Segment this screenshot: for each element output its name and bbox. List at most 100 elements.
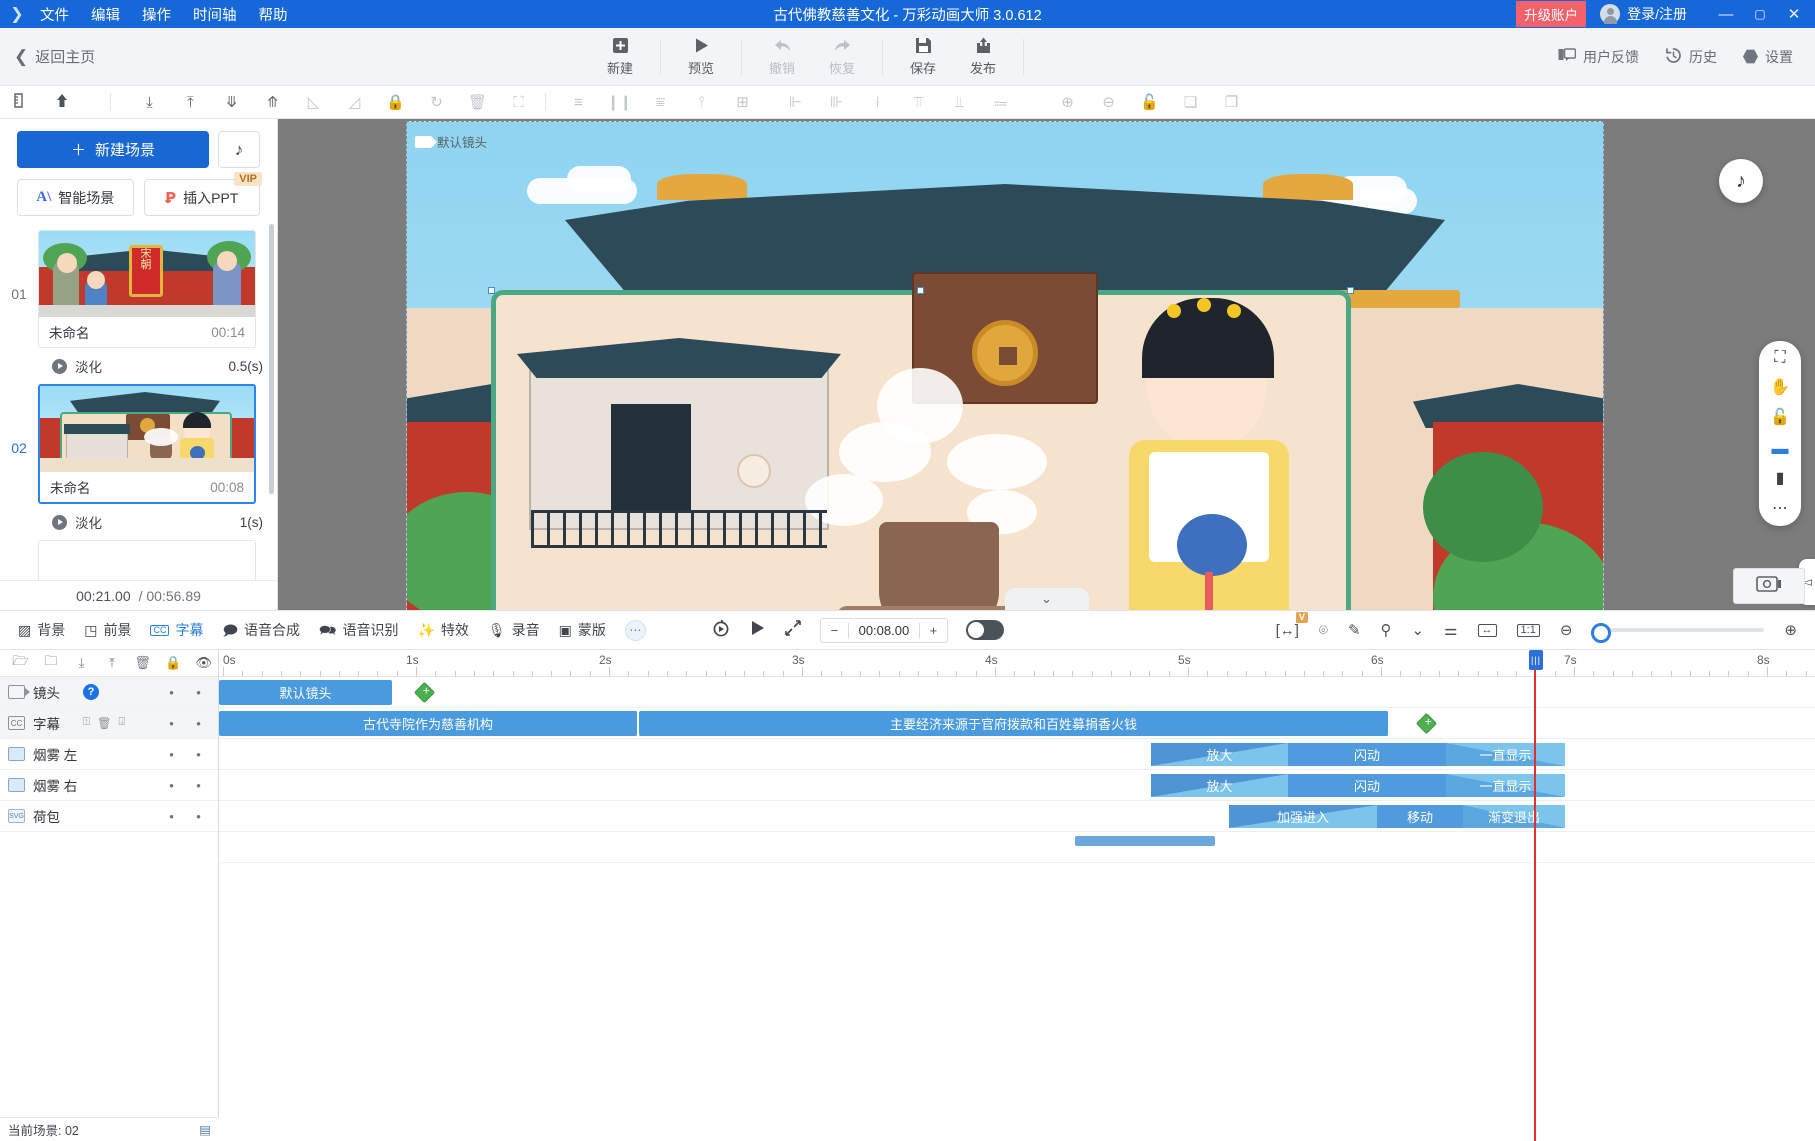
- track-row-extra[interactable]: [219, 832, 1815, 863]
- delete-icon[interactable]: 🗑: [128, 655, 157, 671]
- push-up-icon[interactable]: ⤊: [252, 95, 293, 110]
- resize-handle[interactable]: [917, 287, 924, 294]
- list-item[interactable]: 02 未命名 00:08: [0, 384, 277, 504]
- unlock-icon[interactable]: 🔓: [1770, 410, 1790, 426]
- clip-extra[interactable]: [1075, 836, 1215, 846]
- camera-badge[interactable]: 默认镜头: [415, 132, 487, 151]
- track-toggles[interactable]: • •: [158, 685, 218, 700]
- scene-transition[interactable]: 淡化 1(s): [0, 504, 277, 540]
- eye-dot[interactable]: •: [185, 685, 212, 700]
- zoom-in-icon[interactable]: ⊕: [1047, 95, 1088, 110]
- mobile-icon[interactable]: ▮: [1776, 471, 1785, 487]
- stage[interactable]: 默认镜头: [406, 121, 1604, 610]
- animation-emphasis[interactable]: 闪动: [1288, 774, 1446, 797]
- scene-list[interactable]: 01 宋朝 未命名 00:14 淡化 0.5(s) 02 未命名 00:08 淡…: [0, 216, 277, 580]
- track-header-smoke-right[interactable]: 烟雾 右 • •: [0, 770, 218, 801]
- menu-bar[interactable]: 文件 编辑 操作 时间轴 帮助: [40, 4, 288, 25]
- animation-emphasis[interactable]: 移动: [1377, 805, 1463, 828]
- track-toggles[interactable]: • •: [158, 716, 218, 731]
- import-folder-icon[interactable]: 🗁: [6, 652, 35, 674]
- track-row-smoke-left[interactable]: 放大 闪动 一直显示: [219, 739, 1815, 770]
- canvas-music-button[interactable]: ♪: [1719, 159, 1763, 203]
- push-down-icon[interactable]: ⤋: [211, 95, 252, 110]
- align-top-icon[interactable]: ⤒: [170, 95, 211, 110]
- redo-button[interactable]: 恢复: [812, 33, 872, 81]
- stepper-plus-button[interactable]: +: [920, 623, 947, 638]
- new-folder-icon[interactable]: 🗀: [37, 652, 66, 674]
- track-header-pouch[interactable]: SVG 荷包 • •: [0, 801, 218, 832]
- more-dots-icon[interactable]: ⋯: [624, 619, 646, 641]
- scene-card[interactable]: 宋朝 未命名 00:14: [38, 230, 256, 348]
- new-button[interactable]: 新建: [590, 33, 650, 81]
- marker-icon[interactable]: ⚲: [1381, 623, 1392, 638]
- move-up-icon[interactable]: ⤒: [98, 655, 127, 671]
- eye-dot[interactable]: •: [185, 747, 212, 762]
- home-shape-icon[interactable]: [41, 93, 82, 111]
- subtitle-button[interactable]: CC 字幕: [150, 620, 203, 640]
- track-header-subtitle[interactable]: CC 字幕 ⍐ 🗑 ⍗ • •: [0, 708, 218, 739]
- effects-button[interactable]: ✨ 特效: [417, 620, 468, 640]
- avatar[interactable]: [1600, 4, 1621, 24]
- align-center-h-icon[interactable]: ≡: [558, 95, 599, 110]
- split-icon[interactable]: ⫯: [681, 95, 722, 110]
- back-to-home-button[interactable]: ❮ 返回主页: [14, 46, 95, 67]
- menu-item-edit[interactable]: 编辑: [91, 4, 120, 25]
- edit-icon[interactable]: ✎: [1348, 623, 1361, 638]
- playhead-handle[interactable]: |||: [1529, 650, 1543, 670]
- track-header-camera[interactable]: 镜头 ? • •: [0, 677, 218, 708]
- settings-sliders-icon[interactable]: ⚌: [1444, 623, 1457, 638]
- move-down-icon[interactable]: ⤓: [67, 655, 96, 671]
- screen-ratio-icon[interactable]: ▬: [1772, 440, 1789, 457]
- scene-list-scrollbar[interactable]: [269, 224, 274, 494]
- help-icon[interactable]: ?: [83, 684, 99, 700]
- foreground-button[interactable]: ◳ 前景: [84, 620, 131, 640]
- animation-exit[interactable]: 一直显示: [1446, 743, 1565, 766]
- subtitle-track-actions[interactable]: ⍐ 🗑 ⍗: [83, 716, 125, 730]
- zoom-in-icon[interactable]: ⊕: [1784, 623, 1797, 638]
- smart-scene-button[interactable]: A\ 智能场景: [17, 179, 134, 216]
- zoom-out-icon[interactable]: ⊖: [1560, 623, 1573, 638]
- toggle-switch-icon[interactable]: [965, 620, 1004, 640]
- distribute-icon[interactable]: ⩸: [640, 95, 681, 110]
- login-register-link[interactable]: 登录/注册: [1627, 4, 1687, 24]
- animation-enter[interactable]: 放大: [1151, 743, 1288, 766]
- resize-handle[interactable]: [488, 287, 495, 294]
- minimize-button[interactable]: —: [1709, 6, 1743, 23]
- user-feedback-button[interactable]: 用户反馈: [1558, 47, 1639, 67]
- animation-enter[interactable]: 加强进入: [1229, 805, 1377, 828]
- eye-icon[interactable]: 👁: [189, 655, 218, 671]
- replay-icon[interactable]: [712, 619, 730, 642]
- expand-arrows-icon[interactable]: [784, 619, 802, 642]
- align-center-icon[interactable]: ⟊: [857, 95, 898, 110]
- eye-dot[interactable]: •: [185, 716, 212, 731]
- insert-ppt-button[interactable]: Ꝑ 插入PPT VIP: [143, 172, 262, 216]
- maximize-button[interactable]: ▢: [1743, 7, 1777, 21]
- animation-exit[interactable]: 渐变退出: [1463, 805, 1565, 828]
- timeline-zoom-slider[interactable]: [1591, 623, 1765, 643]
- play-icon[interactable]: [748, 619, 766, 642]
- lock-dot[interactable]: •: [158, 778, 185, 793]
- one-to-one-icon[interactable]: 1:1: [1516, 623, 1540, 637]
- canvas-area[interactable]: 默认镜头 ♪ ⛶ ✋ 🔓 ▬ ▮ ⋯ ◅ ⌄: [278, 119, 1815, 610]
- clip-subtitle-2[interactable]: 主要经济来源于官府拨款和百姓募捐香火钱: [639, 711, 1389, 736]
- copy-icon[interactable]: ❏: [1170, 95, 1211, 110]
- zoom-out-icon[interactable]: ⊖: [1088, 95, 1129, 110]
- menu-item-timeline[interactable]: 时间轴: [193, 4, 237, 25]
- menu-item-file[interactable]: 文件: [40, 4, 69, 25]
- animation-emphasis[interactable]: 闪动: [1288, 743, 1446, 766]
- screenshot-button[interactable]: [1733, 568, 1805, 604]
- track-row-subtitle[interactable]: 古代寺院作为慈善机构 主要经济来源于官府拨款和百姓募捐香火钱: [219, 708, 1815, 739]
- more-dots-icon[interactable]: ⋯: [1772, 501, 1788, 517]
- lock-icon[interactable]: 🔒: [159, 655, 188, 671]
- align-right-icon[interactable]: ⊪: [816, 95, 857, 110]
- lock2-icon[interactable]: 🔓: [1129, 95, 1170, 110]
- track-toggles[interactable]: • •: [158, 778, 218, 793]
- keyframe-marker[interactable]: [413, 681, 436, 704]
- canvas-collapse-tab[interactable]: ⌄: [1004, 588, 1089, 610]
- track-header-smoke-left[interactable]: 烟雾 左 • •: [0, 739, 218, 770]
- export-icon[interactable]: ⍐: [83, 716, 90, 730]
- camera-snapshot-icon[interactable]: ⌾: [1319, 623, 1328, 638]
- scene-card-selected[interactable]: 未命名 00:08: [38, 384, 256, 504]
- timeline-tracks-area[interactable]: 0s 1s 2s 3s 4s 5s 6s 7s 8s 默认镜头 古代寺院作为慈善…: [219, 650, 1815, 1141]
- eye-dot[interactable]: •: [185, 809, 212, 824]
